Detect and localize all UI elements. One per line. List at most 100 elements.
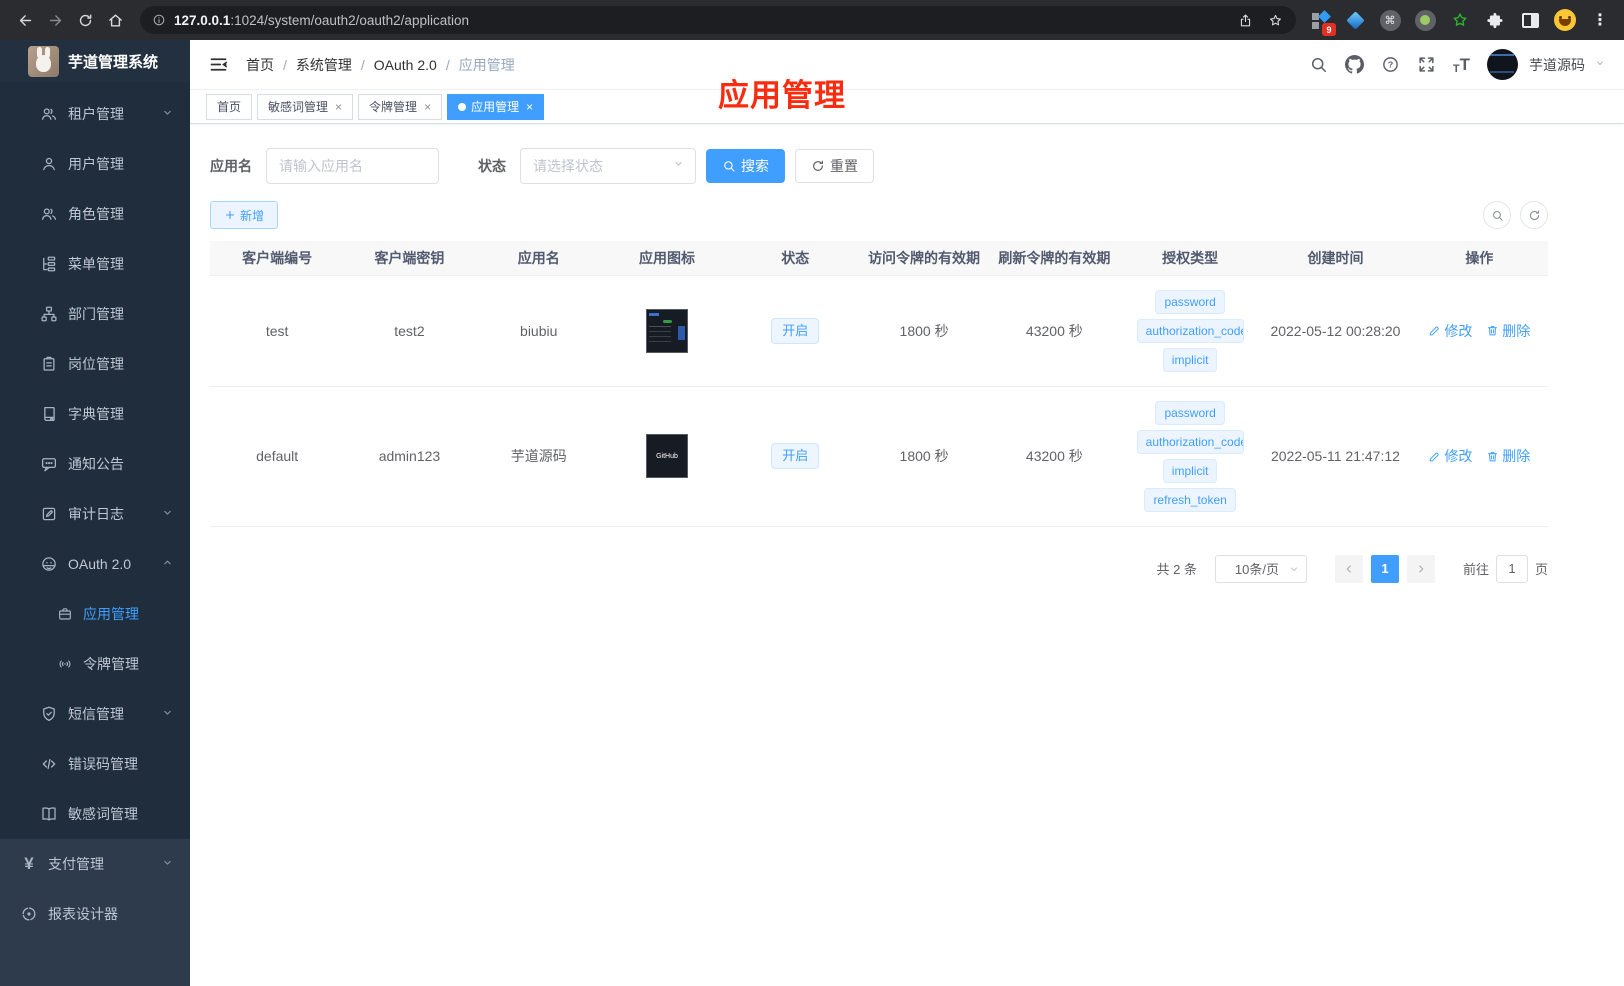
extension-record-icon[interactable] — [1411, 6, 1439, 34]
sidebar-item-sensitive-word[interactable]: 敏感词管理 — [0, 789, 190, 839]
app-logo[interactable]: 芋道管理系统 — [0, 40, 190, 82]
signal-icon — [57, 656, 73, 672]
user-avatar[interactable] — [1487, 49, 1518, 80]
status-badge: 开启 — [771, 317, 820, 344]
status-select[interactable]: 请选择状态 — [520, 148, 696, 184]
browser-home-button[interactable] — [100, 5, 130, 35]
chevron-right-icon — [1415, 563, 1427, 575]
tab-close-icon[interactable]: × — [335, 101, 342, 113]
help-icon[interactable] — [1381, 55, 1400, 74]
reset-button[interactable]: 重置 — [795, 149, 874, 183]
sidebar-item-error-code[interactable]: 错误码管理 — [0, 739, 190, 789]
cell-app-name: 芋道源码 — [474, 386, 603, 527]
grant-tag: implicit — [1162, 347, 1218, 372]
caret-down-icon[interactable] — [1594, 56, 1606, 74]
table-row: default admin123 芋道源码 GitHub 开启 1800 秒 4… — [210, 386, 1548, 527]
sidebar-item-label: 字典管理 — [68, 406, 124, 422]
sidebar-collapse-icon[interactable] — [208, 54, 230, 76]
site-info-icon[interactable] — [152, 13, 166, 27]
breadcrumb-oauth[interactable]: OAuth 2.0 — [374, 57, 437, 73]
tenant-icon — [40, 105, 58, 123]
applications-table: 客户端编号 客户端密钥 应用名 应用图标 状态 访问令牌的有效期 刷新令牌的有效… — [210, 241, 1548, 527]
col-grant-types: 授权类型 — [1119, 241, 1261, 276]
username[interactable]: 芋道源码 — [1529, 55, 1585, 75]
extension-grid-icon[interactable]: 9 — [1306, 6, 1336, 36]
add-button[interactable]: 新增 — [210, 201, 279, 229]
sidebar-item-notice[interactable]: 通知公告 — [0, 439, 190, 489]
chevron-down-icon — [1288, 563, 1300, 575]
sidebar-item-dict[interactable]: 字典管理 — [0, 389, 190, 439]
edit-link[interactable]: 修改 — [1428, 446, 1472, 466]
sidebar-item-oauth[interactable]: OAuth 2.0 — [0, 539, 190, 589]
delete-link[interactable]: 删除 — [1486, 321, 1530, 341]
table-header-row: 客户端编号 客户端密钥 应用名 应用图标 状态 访问令牌的有效期 刷新令牌的有效… — [210, 241, 1548, 276]
extensions-puzzle-icon[interactable] — [1481, 6, 1509, 34]
cell-secret: test2 — [344, 275, 475, 387]
sidebar-item-post[interactable]: 岗位管理 — [0, 339, 190, 389]
extension-star-icon[interactable] — [1446, 6, 1474, 34]
browser-back-button[interactable] — [10, 5, 40, 35]
sidebar-item-label: 菜单管理 — [68, 256, 124, 272]
page-size-select[interactable]: 10条/页 — [1214, 554, 1307, 583]
table-row: test test2 biubiu 开启 1800 秒 43200 秒 pass… — [210, 275, 1548, 387]
sidebar-item-dept[interactable]: 部门管理 — [0, 289, 190, 339]
app-icon-image — [646, 308, 688, 353]
tab-sensitive-word[interactable]: 敏感词管理 × — [257, 93, 354, 120]
page-number-1[interactable]: 1 — [1370, 554, 1399, 583]
sidebar-item-user[interactable]: 用户管理 — [0, 139, 190, 189]
breadcrumb-home[interactable]: 首页 — [246, 55, 274, 75]
url-bar[interactable]: 127.0.0.1:1024/system/oauth2/oauth2/appl… — [140, 6, 1296, 34]
sidebar-item-payment[interactable]: ¥ 支付管理 — [0, 839, 190, 889]
url-text: 127.0.0.1:1024/system/oauth2/oauth2/appl… — [174, 13, 1230, 28]
side-panel-icon[interactable] — [1516, 6, 1544, 34]
edit-link[interactable]: 修改 — [1428, 321, 1472, 341]
sidebar-item-role[interactable]: 角色管理 — [0, 189, 190, 239]
profile-avatar-icon[interactable] — [1551, 6, 1579, 34]
sidebar-item-report-designer[interactable]: 报表设计器 — [0, 889, 190, 939]
extension-command-icon[interactable]: ⌘ — [1376, 6, 1404, 34]
font-size-icon[interactable]: TT — [1453, 55, 1470, 75]
sidebar-item-label: 令牌管理 — [83, 656, 139, 672]
sidebar-item-menu[interactable]: 菜单管理 — [0, 239, 190, 289]
fullscreen-icon[interactable] — [1417, 55, 1436, 74]
extension-gem-icon[interactable] — [1341, 6, 1369, 34]
status-badge: 开启 — [771, 443, 820, 469]
sidebar-item-oauth-token[interactable]: 令牌管理 — [0, 639, 190, 689]
sidebar-item-label: 短信管理 — [68, 706, 124, 722]
code-icon — [40, 755, 58, 773]
breadcrumb-system[interactable]: 系统管理 — [296, 55, 352, 75]
browser-reload-button[interactable] — [70, 5, 100, 35]
tab-home[interactable]: 首页 — [206, 93, 253, 120]
open-book-icon — [40, 805, 58, 823]
logo-rabbit-image — [28, 45, 59, 77]
refresh-table-button[interactable] — [1520, 201, 1548, 229]
cell-refresh-ttl: 43200 秒 — [988, 275, 1120, 387]
app-icon-image: GitHub — [646, 434, 688, 478]
search-icon[interactable] — [1309, 55, 1328, 74]
next-page-button[interactable] — [1406, 554, 1435, 583]
bookmark-star-icon[interactable] — [1260, 5, 1290, 35]
sidebar-item-sms[interactable]: 短信管理 — [0, 689, 190, 739]
tab-token[interactable]: 令牌管理 × — [358, 93, 443, 120]
tab-close-icon[interactable]: × — [526, 101, 533, 113]
tab-application[interactable]: 应用管理 × — [447, 93, 545, 120]
top-navbar: 首页 / 系统管理 / OAuth 2.0 / 应用管理 TT 芋道源码 — [190, 40, 1624, 90]
search-button[interactable]: 搜索 — [706, 149, 785, 183]
pagination: 共 2 条 10条/页 1 前往 页 — [210, 554, 1548, 583]
prev-page-button[interactable] — [1334, 554, 1363, 583]
github-icon[interactable] — [1345, 55, 1364, 74]
app-name-input[interactable] — [266, 148, 439, 184]
tab-close-icon[interactable]: × — [424, 101, 431, 113]
browser-forward-button[interactable] — [40, 5, 70, 35]
share-icon[interactable] — [1230, 5, 1260, 35]
shield-icon — [40, 705, 58, 723]
sidebar-item-label: 报表设计器 — [48, 906, 118, 922]
sidebar-item-audit-log[interactable]: 审计日志 — [0, 489, 190, 539]
goto-page-input[interactable] — [1495, 554, 1528, 583]
show-search-toggle-button[interactable] — [1483, 201, 1511, 229]
sidebar-item-oauth-application[interactable]: 应用管理 — [0, 589, 190, 639]
browser-menu-icon[interactable]: ⋮ — [1586, 6, 1614, 34]
delete-link[interactable]: 删除 — [1486, 446, 1530, 466]
dictionary-icon — [40, 405, 58, 423]
sidebar-item-tenant[interactable]: 租户管理 — [0, 89, 190, 139]
